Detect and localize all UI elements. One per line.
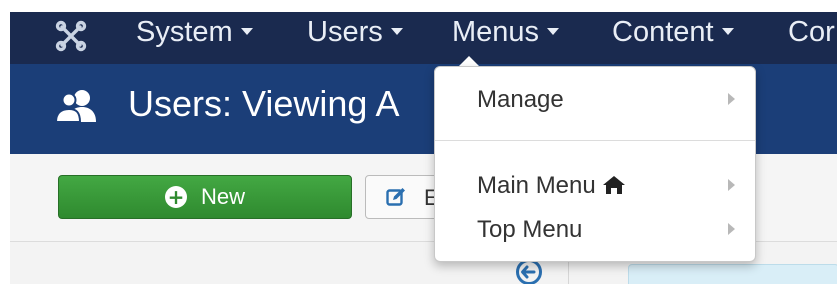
menus-dropdown: Manage Main Menu Top Menu xyxy=(434,66,756,262)
nav-menu-components[interactable]: Cor xyxy=(788,12,835,64)
home-icon xyxy=(602,176,625,194)
nav-menu-system[interactable]: System xyxy=(136,12,253,64)
top-navbar: System Users Menus Content Cor xyxy=(10,12,837,64)
new-button-label: New xyxy=(200,184,245,209)
nav-menu-users[interactable]: Users xyxy=(307,12,403,64)
dropdown-item-main-menu-label: Main Menu xyxy=(477,172,596,199)
caret-right-icon xyxy=(728,223,735,235)
caret-down-icon xyxy=(240,27,253,35)
caret-right-icon xyxy=(728,93,735,105)
caret-down-icon xyxy=(547,27,560,35)
plus-circle-icon: + xyxy=(164,186,187,208)
joomla-logo-icon[interactable] xyxy=(54,19,88,53)
nav-menu-content-label: Content xyxy=(612,16,714,48)
users-icon xyxy=(56,90,96,123)
admin-page: System Users Menus Content Cor Users: Vi… xyxy=(10,12,837,284)
nav-menu-menus-label: Menus xyxy=(452,16,540,48)
dropdown-item-top-menu-label: Top Menu xyxy=(477,216,583,243)
dropdown-item-main-menu[interactable]: Main Menu xyxy=(435,166,755,206)
nav-menu-system-label: System xyxy=(136,16,233,48)
dropdown-item-manage[interactable]: Manage xyxy=(435,80,755,120)
caret-down-icon xyxy=(721,27,734,35)
page-title: Users: Viewing A xyxy=(128,83,400,124)
caret-right-icon xyxy=(728,179,735,191)
nav-menu-content[interactable]: Content xyxy=(612,12,734,64)
dropdown-divider xyxy=(435,140,755,141)
nav-menu-components-label: Cor xyxy=(788,16,835,48)
info-panel xyxy=(628,264,837,284)
dropdown-item-manage-label: Manage xyxy=(477,86,564,113)
new-button[interactable]: + New xyxy=(58,175,352,219)
nav-menu-users-label: Users xyxy=(307,16,383,48)
caret-down-icon xyxy=(390,27,403,35)
edit-icon xyxy=(386,188,405,206)
dropdown-item-main-menu-label-wrap: Main Menu xyxy=(477,172,626,200)
dropdown-item-top-menu[interactable]: Top Menu xyxy=(435,210,755,250)
